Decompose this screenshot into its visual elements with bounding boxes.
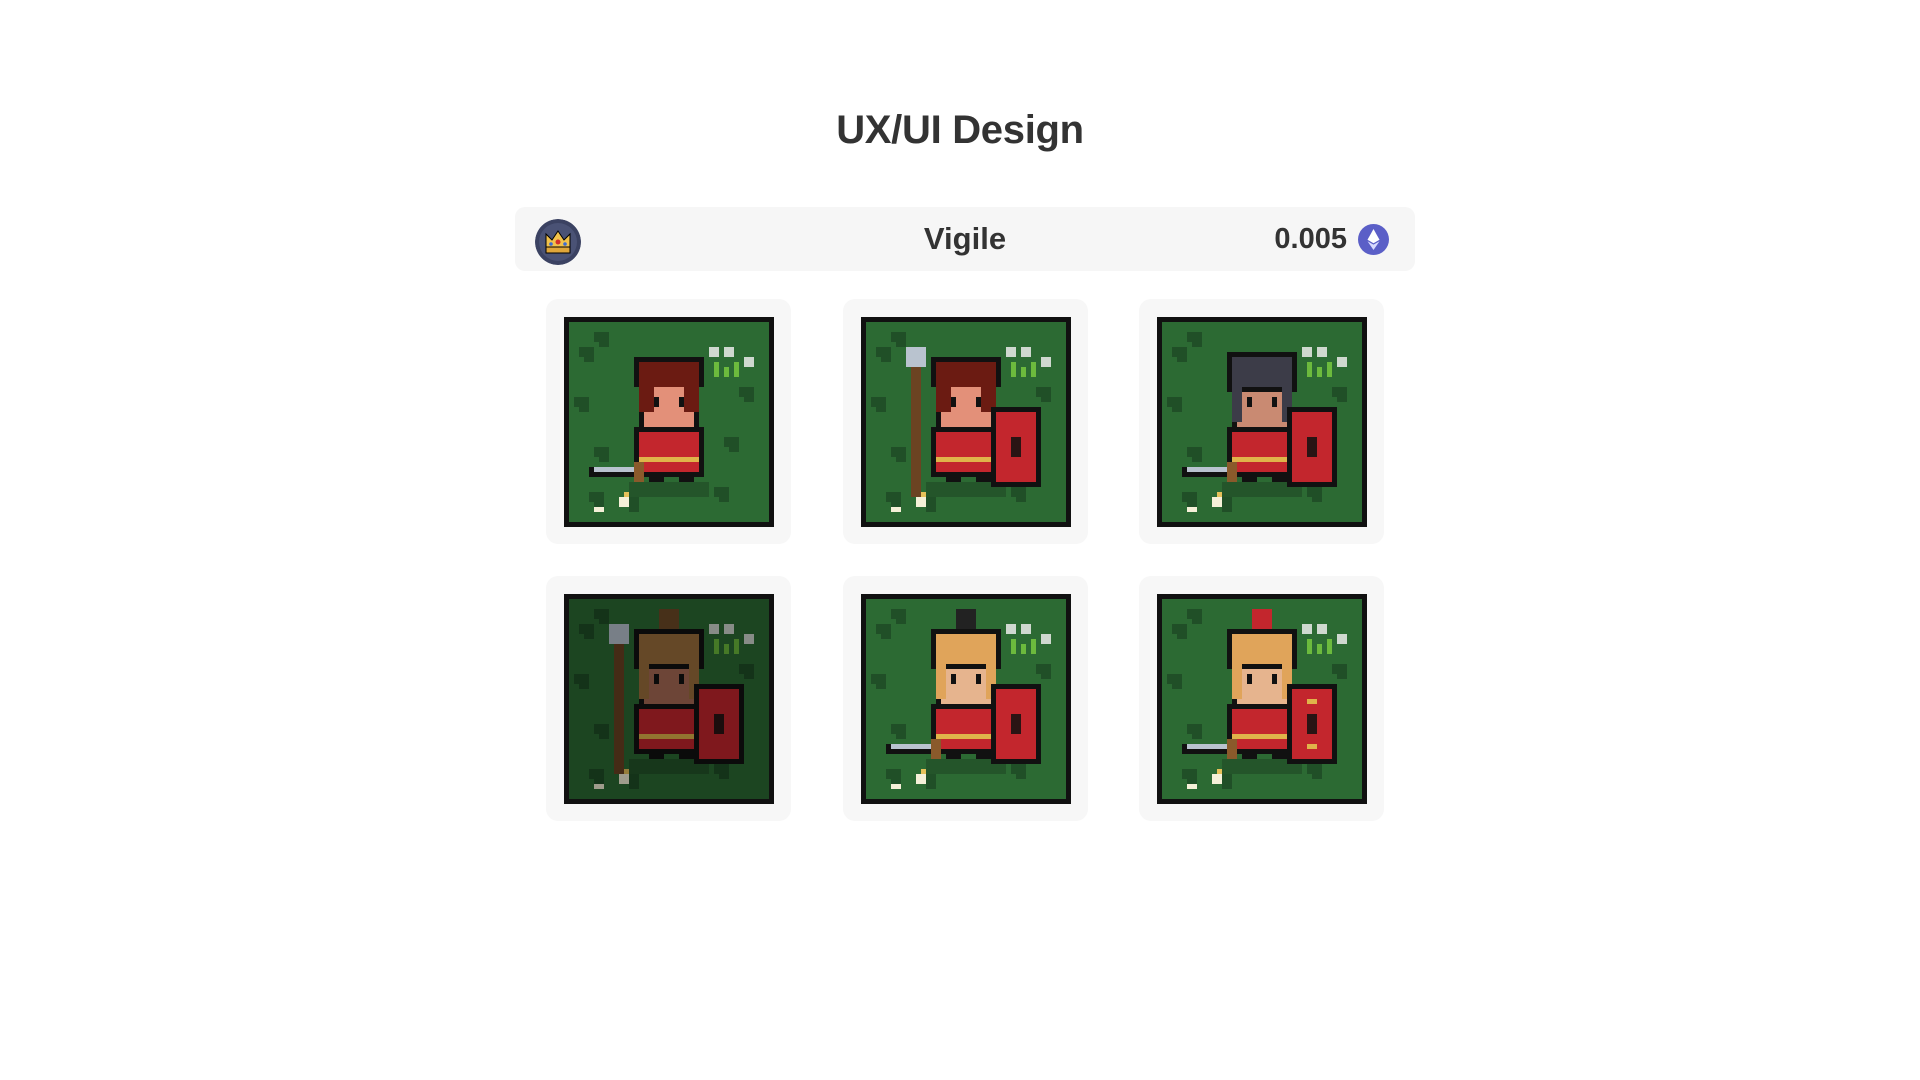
nft-card[interactable]	[1139, 576, 1384, 821]
nft-card[interactable]	[546, 299, 791, 544]
nft-card[interactable]	[843, 576, 1088, 821]
price-value: 0.005	[1274, 223, 1347, 255]
nft-card[interactable]	[843, 299, 1088, 544]
collection-header: Vigile 0.005	[515, 207, 1415, 271]
black-crest-legionary-icon	[861, 594, 1071, 804]
page-title: UX/UI Design	[836, 108, 1084, 152]
nft-card[interactable]	[1139, 299, 1384, 544]
legionary-sword-icon	[564, 317, 774, 527]
bronze-helmet-spear-legionary-icon	[564, 594, 774, 804]
crown-badge-icon[interactable]	[535, 219, 581, 265]
ethereum-icon	[1358, 224, 1389, 255]
legionary-spear-shield-icon	[861, 317, 1071, 527]
red-crest-legionary-icon	[1157, 594, 1367, 804]
dark-helmet-legionary-icon	[1157, 317, 1367, 527]
nft-card[interactable]	[546, 576, 791, 821]
